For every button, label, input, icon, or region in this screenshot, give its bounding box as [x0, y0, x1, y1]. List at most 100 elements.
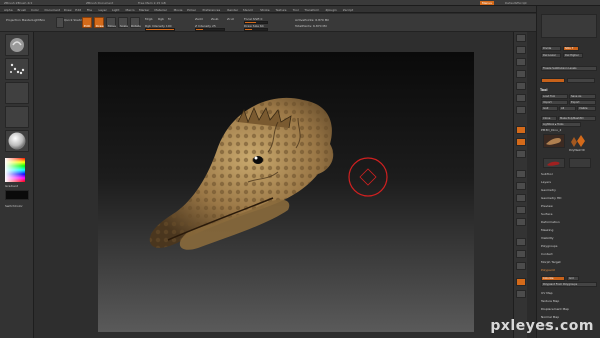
menu-item-stencil[interactable]: Stencil — [243, 8, 253, 12]
section-preview[interactable]: Preview — [541, 204, 553, 208]
z-intensity-slider[interactable] — [195, 28, 225, 31]
section-geometry-hd[interactable]: Geometry HD — [541, 196, 561, 200]
zadd-toggle[interactable]: Zadd — [195, 17, 203, 21]
menu-item-render[interactable]: Render — [227, 8, 238, 12]
section-layers[interactable]: Layers — [541, 180, 551, 184]
switch-color-button[interactable]: SwitchColor — [5, 204, 23, 208]
edit-button[interactable]: Edit — [82, 17, 92, 28]
tool-palette-header[interactable]: Tool — [540, 88, 547, 92]
menu-item-macro[interactable]: Macro — [126, 8, 135, 12]
menu-item-texture[interactable]: Texture — [276, 8, 287, 12]
menu-item-brush[interactable]: Brush — [18, 8, 27, 12]
menu-item-document[interactable]: Document — [45, 8, 61, 12]
menu-item-file[interactable]: File — [87, 8, 92, 12]
palette-switch[interactable] — [567, 78, 595, 83]
zoom-button[interactable] — [516, 70, 526, 78]
section-deformation[interactable]: Deformation — [541, 220, 560, 224]
grd-toggle[interactable]: Grd — [567, 276, 579, 281]
quick-sketch-button[interactable]: Quick Sketch — [64, 18, 84, 22]
document-viewport[interactable] — [98, 52, 474, 332]
menu-item-stroke[interactable]: Stroke — [260, 8, 270, 12]
all-button[interactable]: All — [559, 106, 576, 111]
menu-item-marker[interactable]: Marker — [139, 8, 149, 12]
menu-item-tool[interactable]: Tool — [293, 8, 299, 12]
menu-item-picker[interactable]: Picker — [187, 8, 196, 12]
section-morph-target[interactable]: Morph Target — [541, 260, 561, 264]
menu-item-material[interactable]: Material — [154, 8, 166, 12]
polypaint-from-polygroups-button[interactable]: Polypaint From Polygroups — [541, 282, 597, 287]
section-texture-map[interactable]: Texture Map — [541, 299, 559, 303]
floor-button[interactable] — [516, 126, 526, 134]
material-icon[interactable] — [5, 130, 29, 152]
colorize-toggle[interactable]: Colorize — [541, 276, 565, 281]
transp-button[interactable] — [516, 250, 526, 258]
zcut-toggle[interactable]: Zcut — [227, 17, 234, 21]
secondary-color-swatch[interactable] — [5, 190, 29, 200]
scale-view-button[interactable] — [516, 206, 526, 214]
xyz-button[interactable] — [516, 170, 526, 178]
menu-item-color[interactable]: Color — [31, 8, 39, 12]
tool-thumbnail-dino[interactable] — [543, 134, 565, 148]
persp-button[interactable] — [516, 106, 526, 114]
zsub-toggle[interactable]: Zsub — [211, 17, 218, 21]
section-surface[interactable]: Surface — [541, 212, 552, 216]
freeze-subdivision-button[interactable]: Freeze SubDivision Levels — [541, 66, 597, 71]
xpose-button[interactable] — [516, 290, 526, 298]
move-button[interactable]: Move — [106, 17, 116, 28]
menus-toggle[interactable] — [541, 78, 565, 83]
tool-thumbnail-3[interactable] — [569, 158, 591, 168]
section-uv-map[interactable]: UV Map — [541, 291, 553, 295]
lightbox-button[interactable]: LightBox — [32, 18, 45, 22]
menu-item-preferences[interactable]: Preferences — [203, 8, 221, 12]
clone-button[interactable]: Clone — [541, 116, 557, 121]
export-button[interactable]: Export — [569, 100, 596, 105]
menu-item-transform[interactable]: Transform — [304, 8, 319, 12]
tool-thumbnail-2[interactable] — [543, 158, 565, 168]
local-button[interactable] — [516, 138, 526, 146]
menu-item-zplugin[interactable]: Zplugin — [326, 8, 337, 12]
alpha-icon[interactable] — [5, 82, 29, 104]
divide-button[interactable]: Divide — [541, 46, 561, 51]
frame-button[interactable] — [516, 182, 526, 190]
menu-item-light[interactable]: Light — [112, 8, 120, 12]
menu-item-layer[interactable]: Layer — [99, 8, 107, 12]
gradient-label[interactable]: Gradient — [5, 184, 18, 188]
projection-master-button[interactable]: Projection Master — [6, 18, 32, 22]
rotate-button[interactable]: Rotate — [130, 17, 141, 28]
brush-icon[interactable] — [5, 34, 29, 56]
import-button[interactable]: Import — [541, 100, 568, 105]
subtool-thumbnails[interactable] — [569, 134, 593, 148]
make-polymesh-button[interactable]: Make PolyMesh3D — [558, 116, 596, 121]
texture-icon[interactable] — [5, 106, 29, 128]
scroll-button[interactable] — [516, 58, 526, 66]
section-subtool[interactable]: SubTool — [541, 172, 553, 176]
m-toggle[interactable]: M — [168, 17, 171, 21]
lsym-button[interactable] — [516, 150, 526, 158]
spix-button[interactable] — [516, 46, 526, 54]
section-displacement-map[interactable]: Displacement Map — [541, 307, 569, 311]
section-polygroups[interactable]: Polygroups — [541, 244, 557, 248]
rotate-view-button[interactable] — [516, 218, 526, 226]
section-visibility[interactable]: Visibility — [541, 236, 554, 240]
goz-button[interactable]: GoZ — [541, 106, 558, 111]
save-as-button[interactable]: Save As — [569, 94, 596, 99]
stroke-icon[interactable] — [5, 58, 29, 80]
default-zscript-button[interactable]: DefaultZScript — [505, 1, 527, 5]
aahalf-button[interactable] — [516, 94, 526, 102]
draw-button[interactable]: Draw — [94, 17, 104, 28]
menus-button[interactable]: Menus — [480, 1, 494, 5]
polyf-button[interactable] — [516, 238, 526, 246]
scale-button[interactable]: Scale — [118, 17, 128, 28]
mrgb-toggle[interactable]: Mrgb — [145, 17, 153, 21]
rgb-toggle[interactable]: Rgb — [158, 17, 164, 21]
lightbox-tools-button[interactable]: Lightbox ▸ Tools — [541, 122, 581, 127]
menu-item-zscript[interactable]: Zscript — [343, 8, 353, 12]
load-tool-button[interactable]: Load Tool — [541, 94, 568, 99]
section-geometry[interactable]: Geometry — [541, 188, 556, 192]
visible-button[interactable]: Visible — [577, 106, 596, 111]
ghost-button[interactable] — [516, 262, 526, 270]
section-masking[interactable]: Masking — [541, 228, 553, 232]
actual-button[interactable] — [516, 82, 526, 90]
rgb-intensity-slider[interactable] — [145, 28, 175, 31]
del-lower-button[interactable]: Del Lower — [541, 53, 561, 58]
